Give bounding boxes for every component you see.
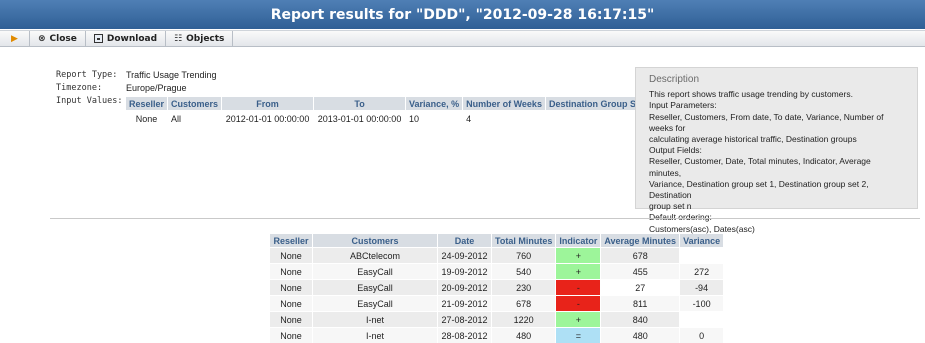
report-type-value: Traffic Usage Trending — [126, 69, 217, 80]
average-cell: 811 — [601, 296, 680, 311]
total-cell: 678 — [492, 296, 556, 311]
total-cell: 760 — [492, 248, 556, 263]
download-icon — [93, 34, 103, 43]
variance-cell — [680, 248, 724, 263]
param-header: Number of Weeks — [463, 97, 545, 110]
param-header: Customers — [168, 97, 222, 110]
download-label: Download — [106, 33, 158, 44]
param-cell: 2013-01-01 00:00:00 — [314, 111, 406, 126]
variance-cell: -94 — [680, 280, 724, 295]
customer-cell: EasyCall — [313, 264, 437, 279]
description-line: Reseller, Customer, Date, Total minutes,… — [649, 156, 871, 178]
param-header: Reseller — [126, 97, 168, 110]
reseller-cell: None — [270, 280, 312, 295]
param-cell: 2012-01-01 00:00:00 — [222, 111, 314, 126]
description-line: This report shows traffic usage trending… — [649, 89, 853, 100]
total-cell: 1220 — [492, 312, 556, 327]
customer-cell: I-net — [313, 312, 437, 327]
total-cell: 540 — [492, 264, 556, 279]
average-cell: 27 — [601, 280, 680, 295]
toolbar: ▶ ⊗ Close Download ☷ Objects — [0, 30, 925, 47]
reseller-cell: None — [270, 248, 312, 263]
description-line: Output Fields: — [649, 145, 702, 156]
indicator-cell: - — [556, 280, 601, 295]
description-line: calculating average historical traffic, … — [649, 134, 857, 145]
timezone-value: Europe/Prague — [126, 82, 187, 93]
timezone-label: Timezone: — [56, 82, 103, 93]
indicator-cell: + — [556, 264, 601, 279]
variance-cell: -100 — [680, 296, 724, 311]
results-header: Date — [438, 234, 491, 247]
param-header: Variance, % — [406, 97, 463, 110]
description-title: Description — [649, 74, 700, 85]
report-type-label: Report Type: — [56, 69, 118, 80]
objects-label: Objects — [186, 33, 225, 44]
table-row: None I-net 28-08-2012 480 = 480 0 — [270, 328, 724, 343]
indicator-cell: + — [556, 312, 601, 327]
indicator-cell: + — [556, 248, 601, 263]
customer-cell: I-net — [313, 328, 437, 343]
description-panel: Description This report shows traffic us… — [635, 67, 918, 234]
indicator-cell: = — [556, 328, 601, 343]
reseller-cell: None — [270, 264, 312, 279]
param-cell: 10 — [406, 111, 463, 126]
window-title: Report results for "DDD", "2012-09-28 16… — [0, 0, 925, 29]
date-cell: 27-08-2012 — [438, 312, 491, 327]
param-header: To — [314, 97, 406, 110]
average-cell: 840 — [601, 312, 680, 327]
date-cell: 19-09-2012 — [438, 264, 491, 279]
date-cell: 20-09-2012 — [438, 280, 491, 295]
results-header: Reseller — [270, 234, 312, 247]
param-cell: None — [126, 111, 168, 126]
variance-cell: 272 — [680, 264, 724, 279]
average-cell: 678 — [601, 248, 680, 263]
description-line: Input Parameters: — [649, 100, 717, 111]
input-values-label: Input Values: — [56, 95, 123, 106]
results-header: Variance — [680, 234, 724, 247]
total-cell: 480 — [492, 328, 556, 343]
table-row: None I-net 27-08-2012 1220 + 840 — [270, 312, 724, 327]
results-header: Indicator — [556, 234, 601, 247]
table-row: None EasyCall 21-09-2012 678 - 811 -100 — [270, 296, 724, 311]
table-row: None EasyCall 19-09-2012 540 + 455 272 — [270, 264, 724, 279]
average-cell: 455 — [601, 264, 680, 279]
date-cell: 24-09-2012 — [438, 248, 491, 263]
customer-cell: ABCtelecom — [313, 248, 437, 263]
close-button[interactable]: ⊗ Close — [30, 31, 86, 46]
results-header: Average Minutes — [601, 234, 680, 247]
date-cell: 21-09-2012 — [438, 296, 491, 311]
indicator-cell: - — [556, 296, 601, 311]
section-divider — [50, 218, 920, 219]
results-header: Customers — [313, 234, 437, 247]
customer-cell: EasyCall — [313, 296, 437, 311]
close-icon: ⊗ — [38, 33, 46, 44]
customer-cell: EasyCall — [313, 280, 437, 295]
variance-cell: 0 — [680, 328, 724, 343]
objects-icon: ☷ — [174, 33, 183, 44]
download-button[interactable]: Download — [86, 31, 167, 46]
toolbar-arrow-icon: ▶ — [0, 31, 30, 46]
date-cell: 28-08-2012 — [438, 328, 491, 343]
reseller-cell: None — [270, 328, 312, 343]
close-label: Close — [49, 33, 77, 44]
results-header: Total Minutes — [492, 234, 556, 247]
param-cell: All — [168, 111, 222, 126]
average-cell: 480 — [601, 328, 680, 343]
description-line: Variance, Destination group set 1, Desti… — [649, 178, 869, 201]
total-cell: 230 — [492, 280, 556, 295]
reseller-cell: None — [270, 312, 312, 327]
input-values-table: Reseller Customers From To Variance, % N… — [125, 96, 653, 127]
param-cell: 4 — [463, 111, 545, 126]
table-row: None EasyCall 20-09-2012 230 - 27 -94 — [270, 280, 724, 295]
table-row: None ABCtelecom 24-09-2012 760 + 678 — [270, 248, 724, 263]
objects-button[interactable]: ☷ Objects — [166, 31, 234, 46]
results-table: Reseller Customers Date Total Minutes In… — [269, 233, 724, 343]
description-line: group set n — [649, 201, 692, 212]
param-header: From — [222, 97, 314, 110]
variance-cell — [680, 312, 724, 327]
reseller-cell: None — [270, 296, 312, 311]
description-line: Reseller, Customers, From date, To date,… — [649, 111, 884, 133]
